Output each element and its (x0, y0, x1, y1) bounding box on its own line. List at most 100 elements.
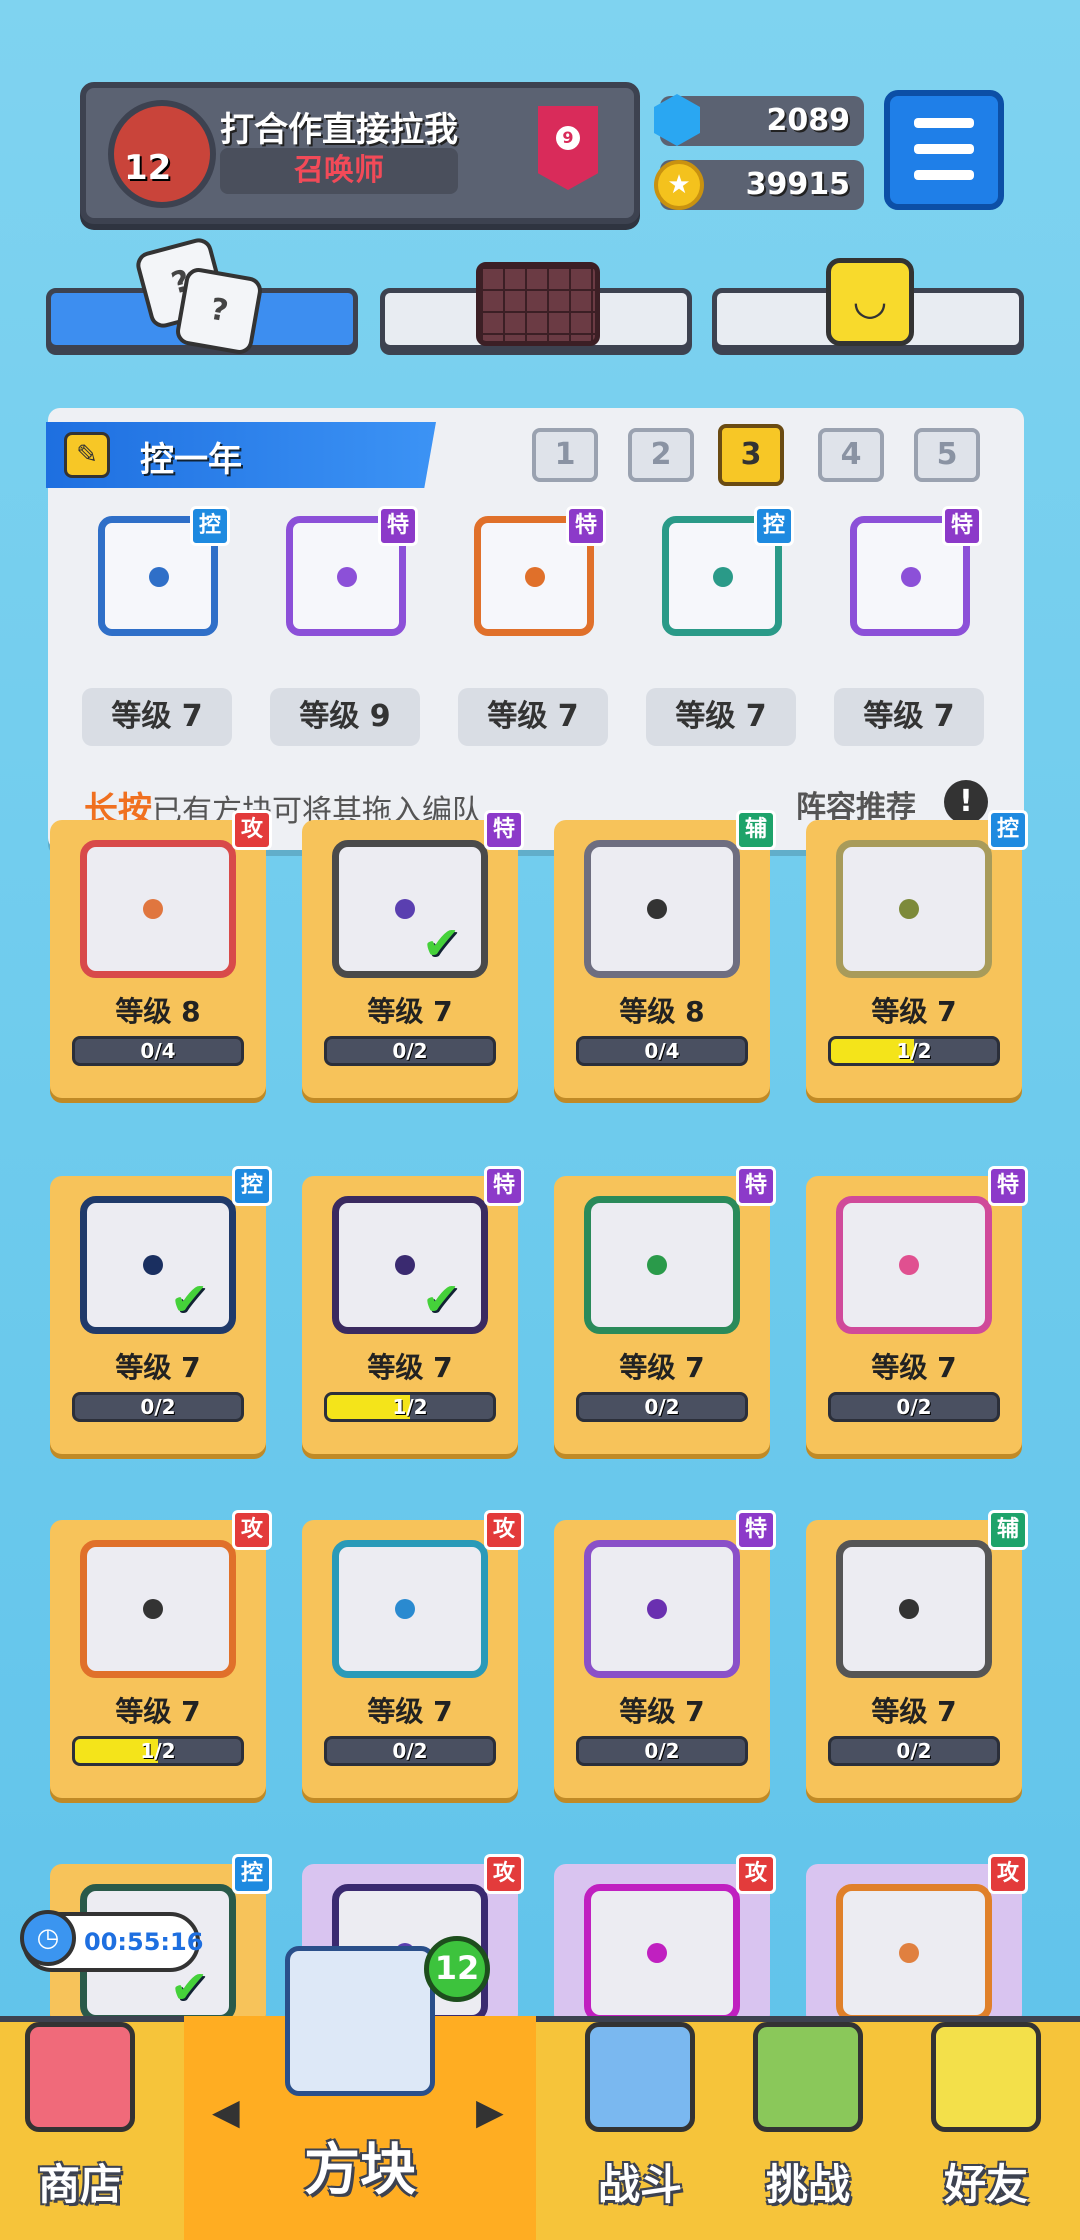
collection-card[interactable]: 攻等级 7 1/2 (50, 1510, 272, 1798)
alert-icon[interactable]: ! (944, 780, 988, 824)
deck-page-4[interactable]: 4 (818, 428, 884, 482)
nav-prev-arrow[interactable]: ◀ (212, 2092, 240, 2133)
nav-battle-label: 战斗 (597, 2160, 682, 2209)
pencil-icon[interactable]: ✎ (64, 432, 110, 478)
player-profile-card[interactable]: 12 打合作直接拉我 召唤师 9 (80, 82, 640, 224)
card-art (332, 840, 488, 978)
collection-card[interactable]: 特 ✔ 等级 7 0/2 (302, 810, 524, 1098)
card-art (836, 1196, 992, 1334)
collection-card[interactable]: 控等级 7 1/2 (806, 810, 1028, 1098)
upgrade-progress-bar: 0/2 (324, 1736, 496, 1766)
upgrade-progress-bar: 0/2 (828, 1736, 1000, 1766)
player-avatar[interactable]: 12 (108, 100, 216, 208)
nav-shop[interactable]: 商店 (0, 2016, 160, 2240)
progress-text: 0/2 (896, 1395, 932, 1419)
signpost-icon (753, 2022, 863, 2132)
nav-friends[interactable]: 好友 (906, 2016, 1066, 2240)
card-type-tag: 特 (736, 1166, 776, 1206)
progress-text: 1/2 (140, 1739, 176, 1763)
collection-card[interactable]: 辅等级 8 0/4 (554, 810, 776, 1098)
deck-page-2[interactable]: 2 (628, 428, 694, 482)
in-deck-check-icon: ✔ (422, 1272, 461, 1326)
collection-card[interactable]: 特等级 7 0/2 (554, 1166, 776, 1454)
card-level: 等级 7 (871, 1695, 957, 1728)
pip-icon (713, 567, 733, 587)
menu-button[interactable] (884, 90, 1004, 210)
pip-icon (395, 1255, 415, 1275)
nav-challenge[interactable]: 挑战 (728, 2016, 888, 2240)
pip-icon (647, 1255, 667, 1275)
deck-page-5[interactable]: 5 (914, 428, 980, 482)
upgrade-progress-bar: 1/2 (324, 1392, 496, 1422)
deck-page-3[interactable]: 3 (718, 424, 784, 486)
nav-battle[interactable]: 战斗 (560, 2016, 720, 2240)
smiley-block-icon: ◡ (826, 258, 914, 346)
collection-card[interactable]: 攻 (806, 1854, 1028, 2026)
collection-card[interactable]: 特等级 7 0/2 (806, 1166, 1028, 1454)
card-type-tag: 辅 (988, 1510, 1028, 1550)
pip-icon (149, 567, 169, 587)
card-level: 等级 8 (619, 995, 705, 1028)
pip-icon (899, 899, 919, 919)
deck-card-level: 等级 9 (270, 688, 420, 746)
card-type-tag: 控 (190, 506, 230, 546)
shield-sword-icon (585, 2022, 695, 2132)
nav-next-arrow[interactable]: ▶ (476, 2092, 504, 2133)
card-type-tag: 攻 (736, 1854, 776, 1894)
card-type-tag: 特 (566, 506, 606, 546)
deck-card-level: 等级 7 (834, 688, 984, 746)
pip-icon (143, 1255, 163, 1275)
collection-card[interactable]: 攻等级 7 0/2 (302, 1510, 524, 1798)
pip-icon (647, 899, 667, 919)
deck-name: 控一年 (140, 440, 242, 480)
in-deck-check-icon: ✔ (170, 1272, 209, 1326)
card-art (584, 840, 740, 978)
upgrade-progress-bar: 1/2 (828, 1036, 1000, 1066)
card-art (584, 1540, 740, 1678)
upgrade-progress-bar: 0/2 (72, 1392, 244, 1422)
collection-card[interactable]: 控 ✔ 等级 7 0/2 (50, 1166, 272, 1454)
progress-text: 0/4 (644, 1039, 680, 1063)
in-deck-check-icon: ✔ (422, 916, 461, 970)
collection-card[interactable]: 攻 (554, 1854, 776, 2026)
player-title: 召唤师 (220, 148, 458, 194)
card-level: 等级 7 (115, 1695, 201, 1728)
card-art (836, 1884, 992, 2022)
collection-card[interactable]: 特 ✔ 等级 7 1/2 (302, 1166, 524, 1454)
deck-page-1[interactable]: 1 (532, 428, 598, 482)
card-art (80, 1196, 236, 1334)
blocks-count-badge: 12 (424, 1936, 490, 2002)
nav-blocks-label: 方块 (304, 2138, 416, 2203)
hamburger-line (914, 144, 974, 154)
progress-text: 1/2 (896, 1039, 932, 1063)
upgrade-progress-bar: 0/2 (576, 1392, 748, 1422)
card-art (584, 1884, 740, 2022)
pip-icon (525, 567, 545, 587)
card-level: 等级 7 (619, 1695, 705, 1728)
rank-badge-number: 9 (556, 126, 580, 150)
pip-icon (647, 1943, 667, 1963)
pip-icon (143, 1599, 163, 1619)
card-art (332, 1196, 488, 1334)
card-type-tag: 控 (232, 1854, 272, 1894)
upgrade-progress-bar: 0/4 (72, 1036, 244, 1066)
collection-card[interactable]: 特等级 7 0/2 (554, 1510, 776, 1798)
rank-badge-icon[interactable]: 9 (538, 106, 598, 190)
pip-icon (899, 1255, 919, 1275)
progress-text: 0/2 (392, 1039, 428, 1063)
card-level: 等级 7 (367, 995, 453, 1028)
deck-card-level: 等级 7 (646, 688, 796, 746)
progress-text: 1/2 (392, 1395, 428, 1419)
card-type-tag: 攻 (232, 1510, 272, 1550)
card-art (836, 1540, 992, 1678)
collection-card[interactable]: 攻等级 8 0/4 (50, 810, 272, 1098)
progress-text: 0/2 (644, 1395, 680, 1419)
card-level: 等级 7 (115, 1351, 201, 1384)
card-level: 等级 7 (367, 1695, 453, 1728)
card-art (836, 840, 992, 978)
card-level: 等级 8 (115, 995, 201, 1028)
deck-card-level: 等级 7 (458, 688, 608, 746)
hamburger-line (914, 170, 974, 180)
pip-icon (901, 567, 921, 587)
collection-card[interactable]: 辅等级 7 0/2 (806, 1510, 1028, 1798)
